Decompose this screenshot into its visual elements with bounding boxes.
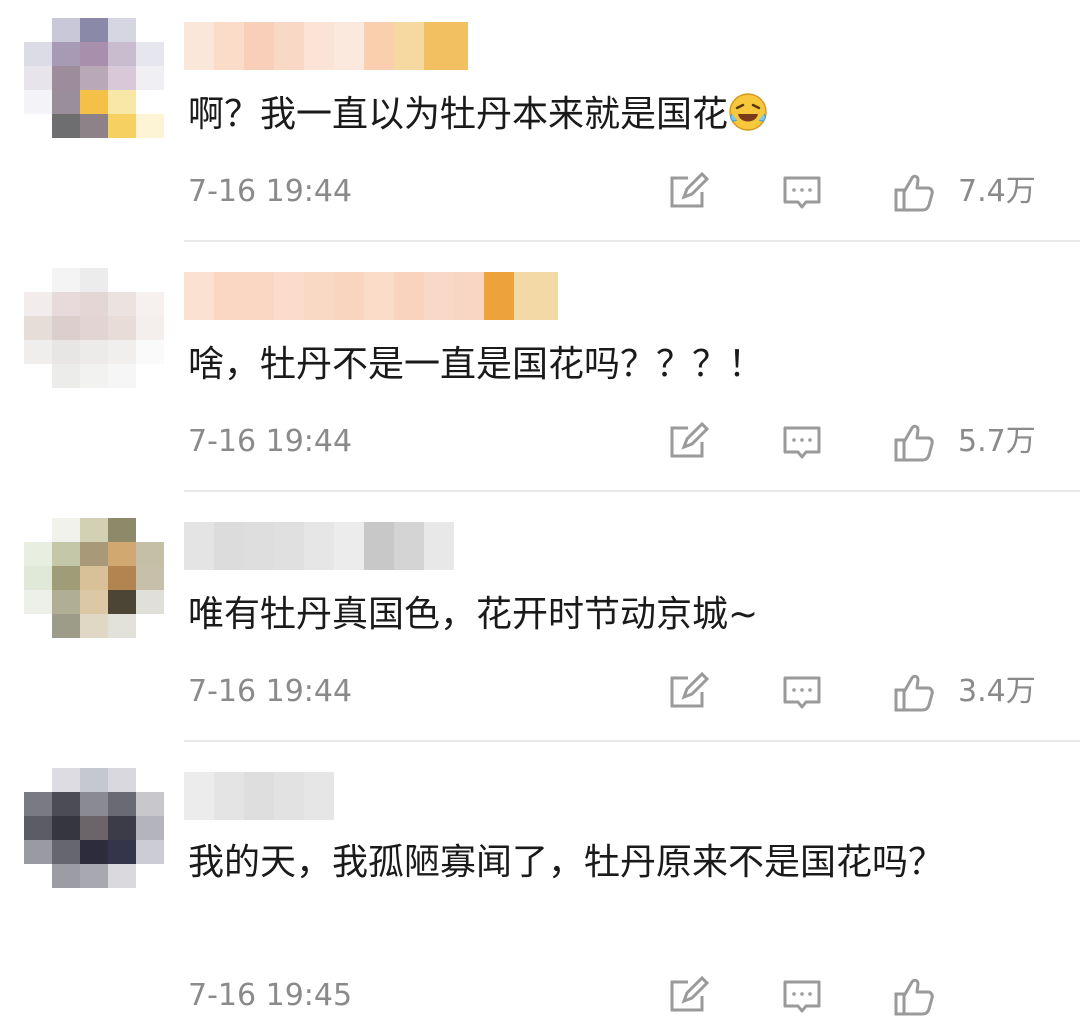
- username-blurred[interactable]: [184, 772, 334, 820]
- avatar[interactable]: [24, 18, 164, 138]
- comment-text: 啥，牡丹不是一直是国花吗？？？！: [188, 334, 1058, 396]
- username-blurred[interactable]: [184, 22, 468, 70]
- comment-text: 唯有牡丹真国色，花开时节动京城~: [188, 584, 1058, 646]
- timestamp: 7-16 19:44: [188, 424, 353, 459]
- avatar[interactable]: [24, 518, 164, 638]
- thumbs-up-icon[interactable]: [892, 974, 936, 1018]
- comment-body: 我的天，我孤陋寡闻了，牡丹原来不是国花吗？: [188, 842, 945, 883]
- timestamp: 7-16 19:45: [188, 978, 353, 1013]
- comment-meta: 7-16 19:45: [0, 972, 1080, 1020]
- divider: [184, 240, 1080, 242]
- divider: [184, 740, 1080, 742]
- timestamp: 7-16 19:44: [188, 174, 353, 209]
- edit-icon[interactable]: [666, 170, 710, 214]
- timestamp: 7-16 19:44: [188, 674, 353, 709]
- edit-icon[interactable]: [666, 974, 710, 1018]
- comment-icon[interactable]: [780, 420, 824, 464]
- comment-text: 啊？我一直以为牡丹本来就是国花: [188, 84, 1058, 146]
- comment-icon[interactable]: [780, 670, 824, 714]
- comment-body: 啊？我一直以为牡丹本来就是国花: [188, 94, 729, 135]
- comment-meta: 7-16 19:44 7.4万: [0, 168, 1080, 216]
- comment-icon[interactable]: [780, 170, 824, 214]
- like-count[interactable]: 3.4万: [958, 668, 1036, 716]
- thumbs-up-icon[interactable]: [892, 670, 936, 714]
- thumbs-up-icon[interactable]: [892, 170, 936, 214]
- comment-body: 啥，牡丹不是一直是国花吗？？？！: [188, 344, 765, 385]
- like-count[interactable]: 7.4万: [958, 168, 1036, 216]
- thumbs-up-icon[interactable]: [892, 420, 936, 464]
- edit-icon[interactable]: [666, 670, 710, 714]
- like-count[interactable]: 5.7万: [958, 418, 1036, 466]
- comment-body: 唯有牡丹真国色，花开时节动京城~: [188, 594, 759, 635]
- username-blurred[interactable]: [184, 522, 454, 570]
- avatar[interactable]: [24, 768, 164, 888]
- edit-icon[interactable]: [666, 420, 710, 464]
- comment-meta: 7-16 19:44 5.7万: [0, 418, 1080, 466]
- comment-meta: 7-16 19:44 3.4万: [0, 668, 1080, 716]
- divider: [184, 490, 1080, 492]
- avatar[interactable]: [24, 268, 164, 388]
- username-blurred[interactable]: [184, 272, 558, 320]
- laughing-crying-emoji: [729, 93, 767, 131]
- comment-text: 我的天，我孤陋寡闻了，牡丹原来不是国花吗？: [188, 832, 1058, 894]
- comment-icon[interactable]: [780, 974, 824, 1018]
